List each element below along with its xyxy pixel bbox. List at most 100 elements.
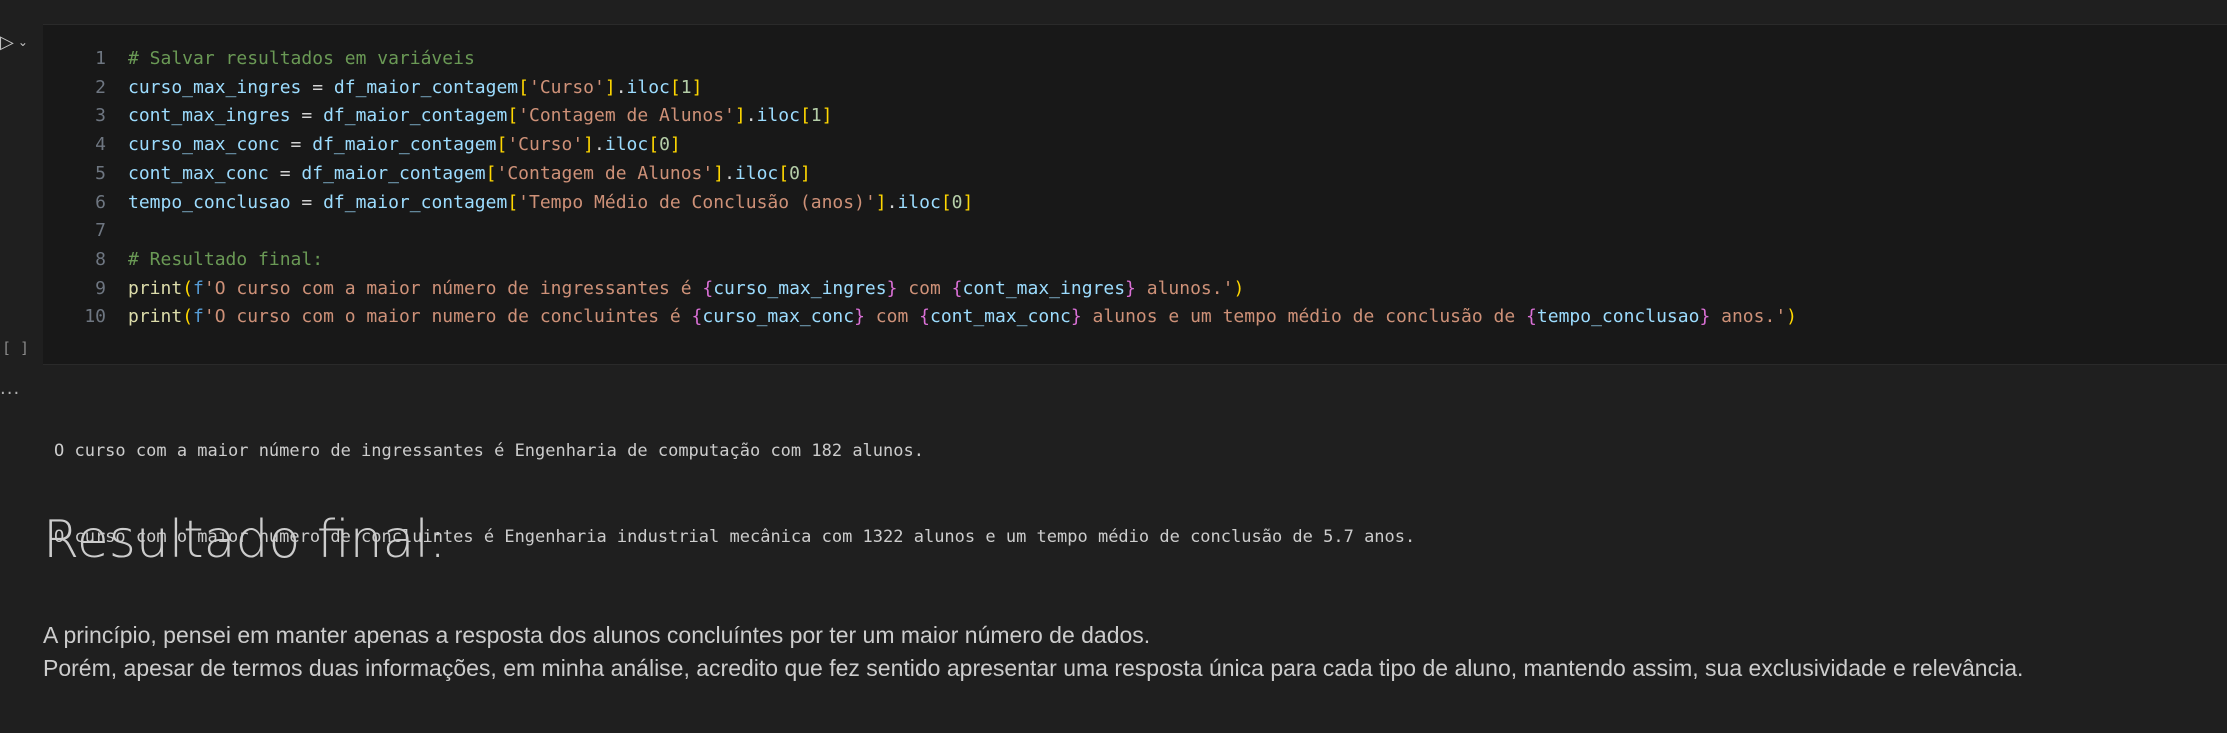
code-token: ] [962, 191, 974, 213]
line-number: 6 [95, 191, 106, 213]
line-number: 10 [84, 306, 106, 328]
code-token: curso_max_conc [702, 306, 855, 328]
code-content: # Resultado final: [128, 246, 323, 275]
code-content: curso_max_conc = df_maior_contagem['Curs… [128, 131, 681, 160]
code-token: print [128, 306, 183, 328]
markdown-paragraph: A princípio, pensei em manter apenas a r… [43, 619, 2023, 685]
code-line[interactable]: 7 [43, 217, 1797, 246]
paragraph-line: Porém, apesar de termos duas informações… [43, 655, 2024, 681]
code-token: = [290, 191, 324, 213]
code-content: tempo_conclusao = df_maior_contagem['Tem… [128, 189, 973, 218]
line-number: 4 [95, 134, 106, 156]
code-token: cont_max_ingres [962, 277, 1126, 299]
code-token: ) [1786, 306, 1797, 328]
code-token: ] [875, 191, 887, 213]
code-token: com [864, 306, 920, 328]
code-token: f [193, 306, 204, 328]
line-number: 2 [95, 76, 106, 98]
code-token: } [1125, 277, 1136, 299]
code-token: curso_max_ingres [128, 76, 302, 98]
code-token: iloc [734, 162, 779, 184]
code-token: . [615, 76, 627, 98]
run-cell-button[interactable]: ▷ ⌄ [0, 30, 34, 54]
chevron-down-icon[interactable]: ⌄ [18, 35, 28, 49]
code-line[interactable]: 3 cont_max_ingres = df_maior_contagem['Co… [43, 102, 1797, 131]
code-token: { [691, 306, 703, 328]
code-cell-editor[interactable]: 1 # Salvar resultados em variáveis 2 curso_… [43, 24, 2227, 365]
code-token: ] [734, 105, 746, 127]
code-token: df_maior_contagem [312, 134, 497, 156]
output-menu-button[interactable]: ... [0, 378, 20, 399]
code-line[interactable]: 6 tempo_conclusao = df_maior_contagem['Te… [43, 189, 1797, 218]
code-token: df_maior_contagem [333, 76, 519, 98]
code-token: 'O curso com o maior numero de concluint… [203, 306, 692, 328]
code-token: ( [182, 306, 194, 328]
code-token: iloc [604, 134, 649, 156]
code-token: 'Contagem de Alunos' [496, 162, 714, 184]
code-line[interactable]: 1 # Salvar resultados em variáveis [43, 45, 1797, 74]
code-token: ] [713, 162, 725, 184]
code-token: . [745, 105, 757, 127]
code-token: ] [604, 76, 616, 98]
code-token: 'O curso com a maior número de ingressan… [203, 277, 703, 299]
code-token: 'Curso' [507, 134, 584, 156]
code-content: print(f'O curso com a maior número de in… [128, 275, 1244, 304]
code-token: [ [518, 76, 529, 98]
code-token: df_maior_contagem [301, 162, 486, 184]
code-token: } [1070, 306, 1082, 328]
execution-count: [ ] [2, 339, 30, 357]
code-line[interactable]: 10 print(f'O curso com o maior numero de … [43, 303, 1797, 332]
code-line[interactable]: 4 curso_max_conc = df_maior_contagem['Cur… [43, 131, 1797, 160]
code-line[interactable]: 9 print(f'O curso com a maior número de i… [43, 275, 1797, 304]
code-content: # Salvar resultados em variáveis [128, 45, 475, 74]
code-token: cont_max_ingres [128, 105, 291, 127]
code-token: 0 [951, 191, 963, 213]
code-token: # Resultado final: [128, 248, 324, 270]
code-token: 0 [789, 162, 800, 184]
markdown-cell[interactable]: Resultado final: A princípio, pensei em … [43, 505, 2023, 685]
code-token: 1 [680, 76, 692, 98]
code-token: { [951, 277, 963, 299]
code-token: [ [507, 105, 519, 127]
output-line: O curso com a maior número de ingressant… [54, 441, 924, 461]
code-token: 'Tempo Médio de Conclusão (anos)' [518, 191, 876, 213]
code-token: alunos e um tempo médio de conclusão de [1081, 306, 1527, 328]
code-line[interactable]: 8 # Resultado final: [43, 246, 1797, 275]
code-token: . [724, 162, 735, 184]
code-token: df_maior_contagem [323, 105, 508, 127]
code-token: curso_max_conc [128, 134, 280, 156]
code-token: # Salvar resultados em variáveis [128, 48, 475, 69]
code-token: ] [691, 76, 703, 98]
code-token: tempo_conclusao [128, 191, 291, 213]
code-token: 1 [810, 105, 822, 127]
code-token: . [594, 134, 605, 156]
code-token: = [268, 162, 302, 184]
code-line[interactable]: 2 curso_max_ingres = df_maior_contagem['C… [43, 74, 1797, 103]
code-token: cont_max_conc [128, 162, 269, 184]
code-line[interactable]: 5 cont_max_conc = df_maior_contagem['Cont… [43, 160, 1797, 189]
code-token: 0 [659, 134, 670, 156]
code-token: com [897, 277, 952, 299]
code-token: [ [648, 134, 660, 156]
line-number: 1 [95, 48, 106, 69]
code-token: [ [496, 134, 508, 156]
code-token: iloc [897, 191, 941, 213]
code-lines: 1 # Salvar resultados em variáveis 2 curso_… [43, 45, 1797, 332]
code-token: df_maior_contagem [323, 191, 508, 213]
code-token: } [1699, 306, 1711, 328]
code-token: ] [669, 134, 681, 156]
code-token: ] [821, 105, 833, 127]
code-token: { [919, 306, 930, 328]
markdown-heading: Resultado final: [43, 510, 447, 570]
code-token: = [279, 134, 313, 156]
code-token: [ [940, 191, 952, 213]
code-token: tempo_conclusao [1536, 306, 1700, 328]
code-token: [ [799, 105, 811, 127]
code-token: [ [507, 191, 519, 213]
code-token: } [886, 277, 898, 299]
code-token: 'Curso' [528, 76, 605, 98]
code-token: { [1526, 306, 1537, 328]
code-token: [ [669, 76, 681, 98]
code-content [128, 217, 139, 246]
code-token: } [854, 306, 865, 328]
